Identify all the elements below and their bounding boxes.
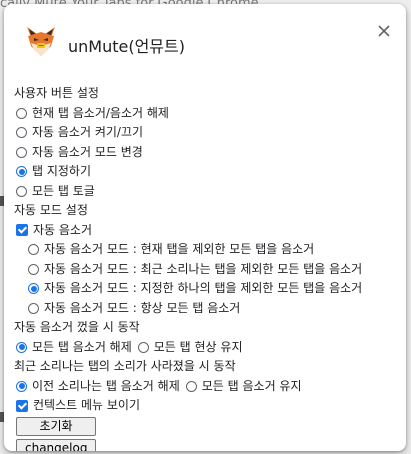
radio-button[interactable]: [28, 244, 39, 256]
when-sound-gone-option-keep-muted[interactable]: 모든 탭 음소거 유지: [185, 377, 302, 397]
when-off-heading: 자동 음소거 껐을 시 동작: [14, 320, 140, 334]
checkbox-checked[interactable]: [16, 224, 28, 237]
reset-button[interactable]: 초기화: [16, 417, 96, 436]
checkbox-label: 자동 음소거: [33, 222, 93, 237]
user-button-option-change-mode[interactable]: 자동 음소거 모드 변경: [14, 143, 399, 163]
checkbox-checked[interactable]: [16, 399, 28, 412]
auto-mode-option-always-all[interactable]: 자동 음소거 모드 : 항상 모든 탭 음소거: [14, 299, 399, 319]
auto-mode-option-recent-tab[interactable]: 자동 음소거 모드 : 최근 소리나는 탭을 제외한 모든 탭을 음소거: [14, 260, 399, 280]
context-menu-checkbox-row[interactable]: 컨텍스트 메뉴 보이기: [14, 396, 399, 416]
option-label: 자동 음소거 모드 변경: [32, 144, 143, 159]
user-button-option-auto-toggle[interactable]: 자동 음소거 켜기/끄기: [14, 123, 399, 143]
settings-form: 사용자 버튼 설정 현재 탭 음소거/음소거 해제 자동 음소거 켜기/끄기 자…: [14, 84, 399, 451]
dialog-title: unMute(언뮤트): [68, 37, 185, 56]
option-label: 자동 음소거 모드 : 최근 소리나는 탭을 제외한 모든 탭을 음소거: [44, 261, 363, 276]
when-sound-gone-options: 이전 소리나는 탭 음소거 해제 모든 탭 음소거 유지: [14, 377, 399, 397]
option-label: 모든 탭 현상 유지: [153, 339, 243, 354]
changelog-button[interactable]: changelog: [16, 439, 97, 451]
user-button-option-toggle-all[interactable]: 모든 탭 토글: [14, 182, 399, 202]
when-off-option-unmute-all[interactable]: 모든 탭 음소거 해제: [16, 338, 132, 358]
option-label: 자동 음소거 모드 : 현재 탭을 제외한 모든 탭을 음소거: [44, 242, 315, 256]
option-label: 자동 음소거 켜기/끄기: [32, 125, 144, 139]
radio-button[interactable]: [28, 302, 39, 314]
when-sound-gone-option-unmute-previous[interactable]: 이전 소리나는 탭 음소거 해제: [16, 377, 180, 397]
option-label: 현재 탭 음소거/음소거 해제: [32, 105, 169, 120]
auto-mode-heading: 자동 모드 설정: [14, 203, 88, 217]
option-label: 모든 탭 토글: [32, 183, 95, 198]
auto-mode-option-designated-tab[interactable]: 자동 음소거 모드 : 지정한 하나의 탭을 제외한 모든 탭을 음소거: [14, 279, 399, 299]
radio-button[interactable]: [16, 185, 27, 197]
radio-button-selected[interactable]: [16, 380, 27, 392]
option-label: 이전 소리나는 탭 음소거 해제: [32, 378, 180, 393]
auto-mode-option-current-tab[interactable]: 자동 음소거 모드 : 현재 탭을 제외한 모든 탭을 음소거: [14, 240, 399, 260]
option-label: 모든 탭 음소거 유지: [201, 378, 302, 393]
when-sound-gone-heading: 최근 소리나는 탭의 소리가 사라졌을 시 동작: [14, 359, 236, 373]
radio-button[interactable]: [137, 341, 149, 353]
radio-button[interactable]: [16, 107, 27, 119]
reset-row: 초기화: [14, 416, 399, 438]
fox-icon: [27, 27, 55, 56]
option-label: 자동 음소거 모드 : 지정한 하나의 탭을 제외한 모든 탭을 음소거: [44, 281, 363, 295]
user-button-option-designate-tab[interactable]: 탭 지정하기: [14, 162, 399, 182]
user-button-option-toggle-current[interactable]: 현재 탭 음소거/음소거 해제: [14, 104, 399, 124]
extension-popup-dialog: unMute(언뮤트) 사용자 버튼 설정 현재 탭 음소거/음소거 해제 자동…: [4, 4, 406, 451]
option-label: 모든 탭 음소거 해제: [32, 339, 132, 354]
auto-mute-checkbox-row[interactable]: 자동 음소거: [14, 221, 399, 241]
radio-button[interactable]: [16, 127, 27, 139]
changelog-row: changelog: [14, 438, 399, 451]
when-off-option-keep-state[interactable]: 모든 탭 현상 유지: [137, 338, 243, 358]
radio-button-selected[interactable]: [28, 283, 39, 295]
radio-button[interactable]: [16, 146, 27, 158]
user-button-heading: 사용자 버튼 설정: [14, 86, 99, 100]
radio-button-selected[interactable]: [16, 341, 27, 353]
radio-button[interactable]: [28, 263, 39, 275]
radio-button[interactable]: [185, 380, 197, 392]
option-label: 자동 음소거 모드 : 항상 모든 탭 음소거: [44, 300, 241, 315]
radio-button-selected[interactable]: [16, 166, 27, 178]
close-icon[interactable]: [373, 20, 395, 42]
option-label: 탭 지정하기: [32, 164, 92, 178]
when-off-options: 모든 탭 음소거 해제 모든 탭 현상 유지: [14, 338, 399, 358]
dialog-header: unMute(언뮤트): [4, 4, 406, 74]
checkbox-label: 컨텍스트 메뉴 보이기: [33, 398, 140, 412]
